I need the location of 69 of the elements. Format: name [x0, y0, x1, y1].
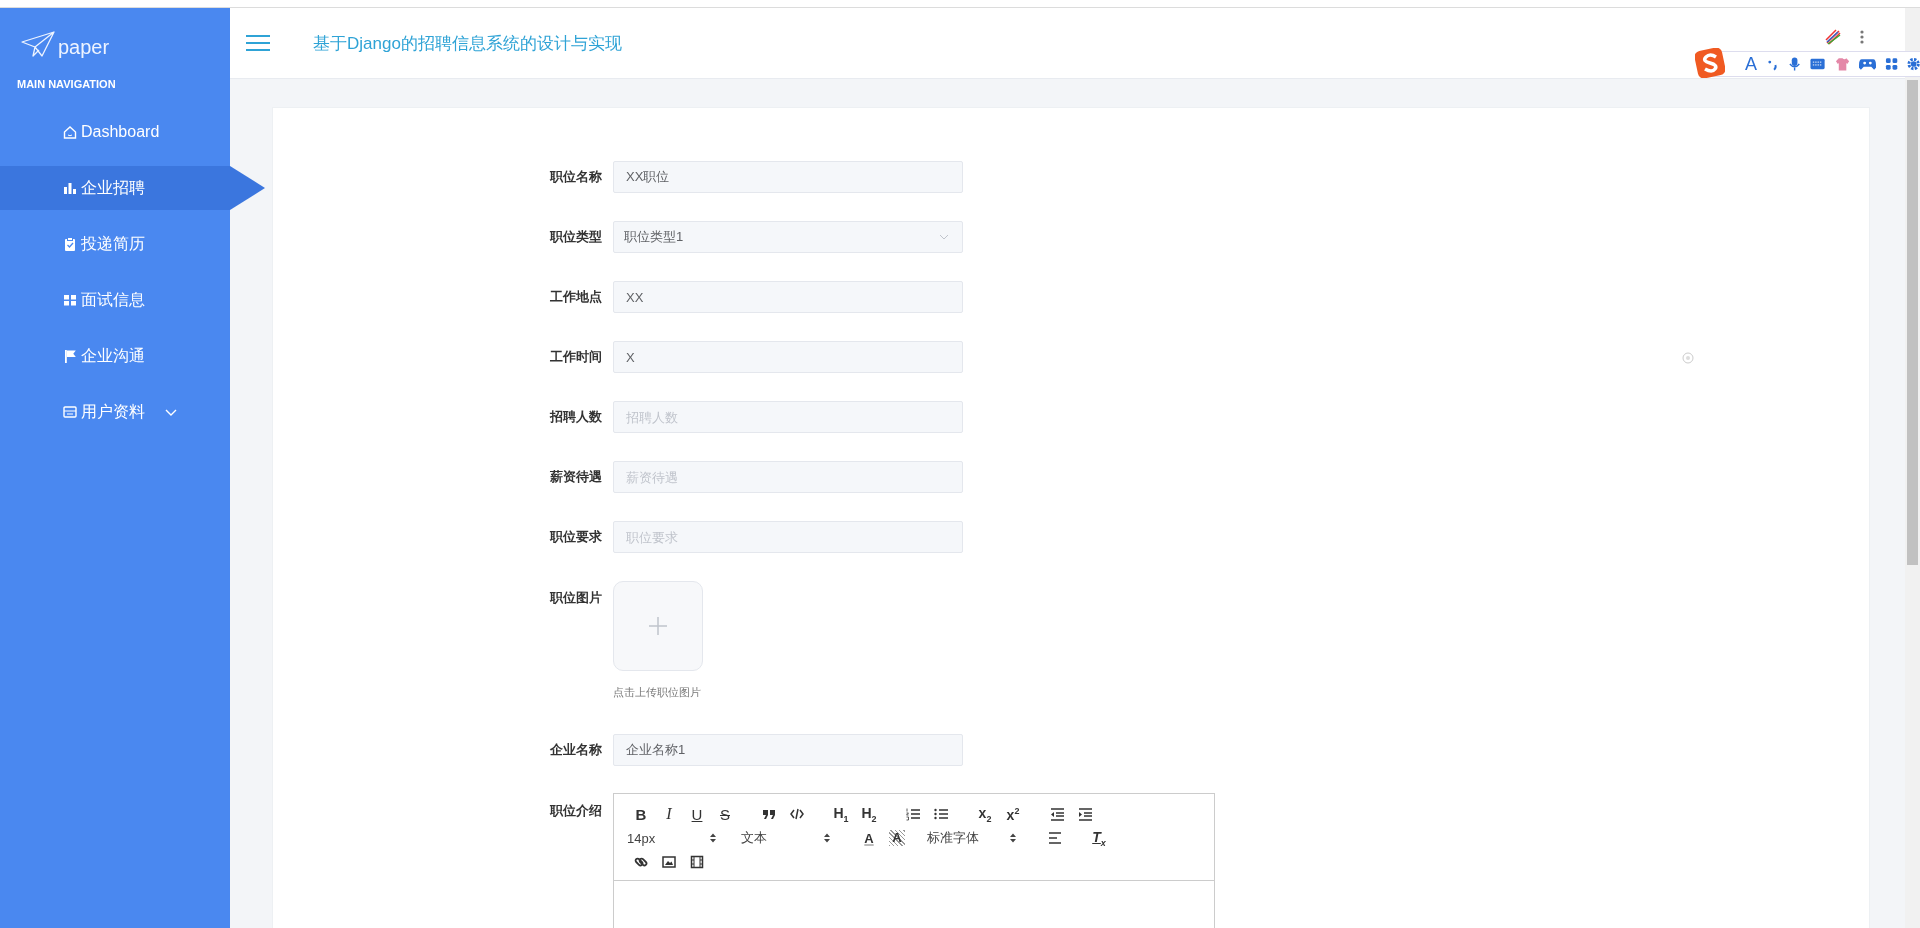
page-title: 基于Django的招聘信息系统的设计与实现 [313, 32, 622, 55]
section-title: MAIN NAVIGATION [16, 77, 117, 92]
clean-button[interactable]: T$_{x}$ [1085, 826, 1113, 850]
text-field[interactable]: XX [613, 281, 963, 313]
indent-icon [1078, 807, 1092, 821]
paper-plane-icon [20, 30, 56, 58]
field-label: 职位名称 [549, 168, 603, 186]
code-icon [790, 807, 804, 821]
image-icon [662, 855, 676, 869]
sort-arrows-icon [1009, 832, 1017, 844]
film-icon [690, 855, 704, 869]
sort-arrows-icon [823, 832, 831, 844]
settings-icon[interactable] [1906, 57, 1920, 71]
script-button[interactable]: x$_{2}$ [971, 802, 999, 826]
color-button[interactable]: A [855, 826, 883, 850]
field-label: 工作时间 [549, 348, 603, 366]
field-label: 职位类型 [549, 228, 603, 246]
italic-button[interactable]: I [655, 802, 683, 826]
shirt-icon[interactable] [1834, 57, 1850, 71]
field-label: 职位要求 [549, 528, 603, 546]
bold-button[interactable]: B [627, 802, 655, 826]
nav-item[interactable]: 企业招聘 [0, 166, 265, 210]
sort-arrows-icon [709, 832, 717, 844]
text-field[interactable]: 企业名称1 [613, 734, 963, 766]
field-label: 职位介绍 [549, 802, 603, 820]
numbered-list-icon [906, 807, 920, 821]
quote-icon [762, 807, 776, 821]
field-label: 企业名称 [549, 741, 603, 759]
field-label: 工作地点 [549, 288, 603, 306]
circle-icon [1682, 352, 1694, 364]
home-icon [63, 125, 77, 139]
strike-button[interactable]: S [711, 802, 739, 826]
dropdown[interactable]: 文本 [741, 826, 839, 850]
bar-chart-icon [63, 181, 77, 195]
field-label: 招聘人数 [548, 408, 603, 426]
field-label: 薪资待遇 [549, 468, 603, 486]
scrollbar[interactable] [1905, 8, 1920, 928]
align-left-icon [1048, 831, 1062, 845]
grid-icon [63, 293, 77, 307]
field-label: 职位图片 [549, 589, 603, 607]
more-icon [1859, 29, 1865, 45]
plus-icon [648, 616, 668, 636]
heading-button[interactable]: H$_{1}$ [827, 802, 855, 826]
microphone-icon[interactable] [1788, 56, 1802, 72]
ime-mode[interactable]: A [1745, 54, 1757, 74]
ime-logo-icon[interactable] [1695, 48, 1725, 78]
bgcolor-button[interactable]: A [883, 826, 911, 850]
heading-button[interactable]: H$_{2}$ [855, 802, 883, 826]
text-field[interactable]: XX职位 [613, 161, 963, 193]
keyboard-icon[interactable] [1810, 58, 1826, 70]
clipboard-icon [63, 237, 77, 251]
card-icon [63, 405, 77, 419]
dropdown[interactable]: 14px [627, 826, 725, 850]
menu-icon[interactable] [245, 34, 271, 52]
text-field[interactable]: X [613, 341, 963, 373]
gamepad-icon[interactable] [1858, 57, 1876, 71]
bullet-list-icon [934, 807, 948, 821]
select-field[interactable]: 职位类型1 [613, 221, 963, 253]
logo-text: paper [58, 36, 110, 58]
script-button[interactable]: x$^{2}$ [999, 802, 1027, 826]
apps-icon[interactable] [1884, 57, 1898, 71]
underline-button[interactable]: U [683, 802, 711, 826]
upload-hint: 点击上传职位图片 [613, 685, 702, 700]
dropdown[interactable]: 标准字体 [927, 826, 1025, 850]
scrollbar-thumb[interactable] [1907, 80, 1918, 565]
link-icon [634, 855, 648, 869]
rich-text-editor[interactable]: B I U S H$_{1}$ H$_{2}$ x$_{2}$ x$^{2}$ 14px 文本 A A 标准字体 T$_{x}$ [613, 793, 1215, 928]
outdent-icon [1050, 807, 1064, 821]
flag-icon [63, 349, 77, 363]
